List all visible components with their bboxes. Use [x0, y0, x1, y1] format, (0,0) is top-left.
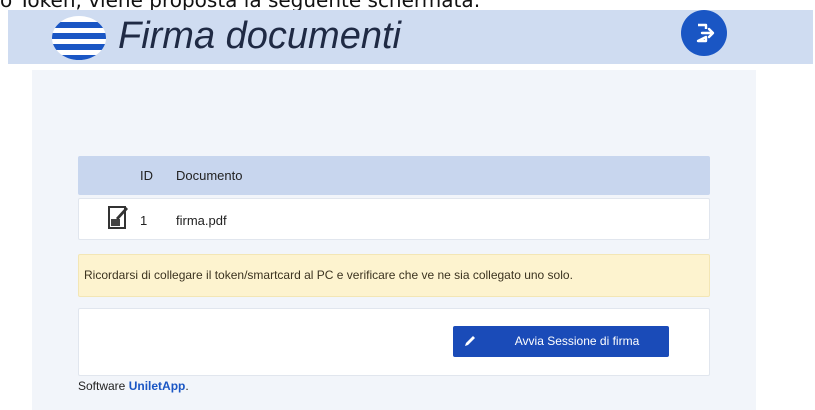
column-header-id: ID	[140, 168, 153, 183]
row-document-name: firma.pdf	[176, 213, 227, 228]
start-signing-session-button[interactable]: Avvia Sessione di firma	[453, 326, 669, 357]
hamburger-menu-icon[interactable]	[52, 16, 106, 60]
unilet-app-link[interactable]: UniletApp	[129, 379, 186, 393]
logout-icon	[696, 23, 715, 43]
start-signing-label: Avvia Sessione di firma	[514, 334, 640, 348]
table-row[interactable]	[78, 198, 710, 240]
alert-text: Ricordarsi di collegare il token/smartca…	[84, 268, 573, 282]
pdf-sign-icon[interactable]	[107, 204, 129, 230]
footer: Software UniletApp.	[78, 379, 189, 393]
pen-icon	[465, 336, 475, 346]
column-header-documento: Documento	[176, 168, 243, 183]
app-title: Firma documenti	[118, 15, 401, 57]
footer-suffix: .	[185, 379, 189, 393]
footer-prefix: Software	[78, 379, 126, 393]
table-header	[78, 156, 710, 195]
logout-button[interactable]	[681, 10, 727, 56]
row-id: 1	[140, 213, 148, 228]
